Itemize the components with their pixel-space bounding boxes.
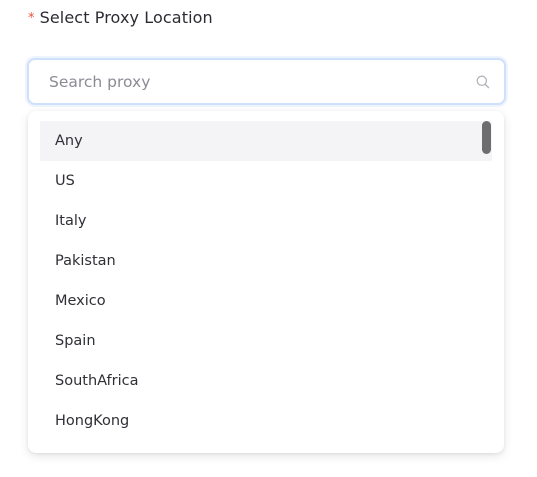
required-mark: * [28,10,35,26]
option-southafrica[interactable]: SouthAfrica [40,361,492,401]
field-label-text: Select Proxy Location [39,7,213,27]
option-us[interactable]: US [40,161,492,201]
scrollbar-thumb[interactable] [482,121,491,154]
option-pakistan[interactable]: Pakistan [40,241,492,281]
option-list: Any US Italy Pakistan Mexico Spain South… [40,121,492,441]
option-italy[interactable]: Italy [40,201,492,241]
search-icon [476,75,490,89]
search-input[interactable] [29,60,504,103]
field-label: * Select Proxy Location [28,6,213,28]
option-any[interactable]: Any [40,121,492,161]
option-spain[interactable]: Spain [40,321,492,361]
option-hongkong[interactable]: HongKong [40,401,492,441]
option-mexico[interactable]: Mexico [40,281,492,321]
search-box[interactable] [27,58,506,105]
proxy-location-dropdown: Any US Italy Pakistan Mexico Spain South… [28,111,504,453]
